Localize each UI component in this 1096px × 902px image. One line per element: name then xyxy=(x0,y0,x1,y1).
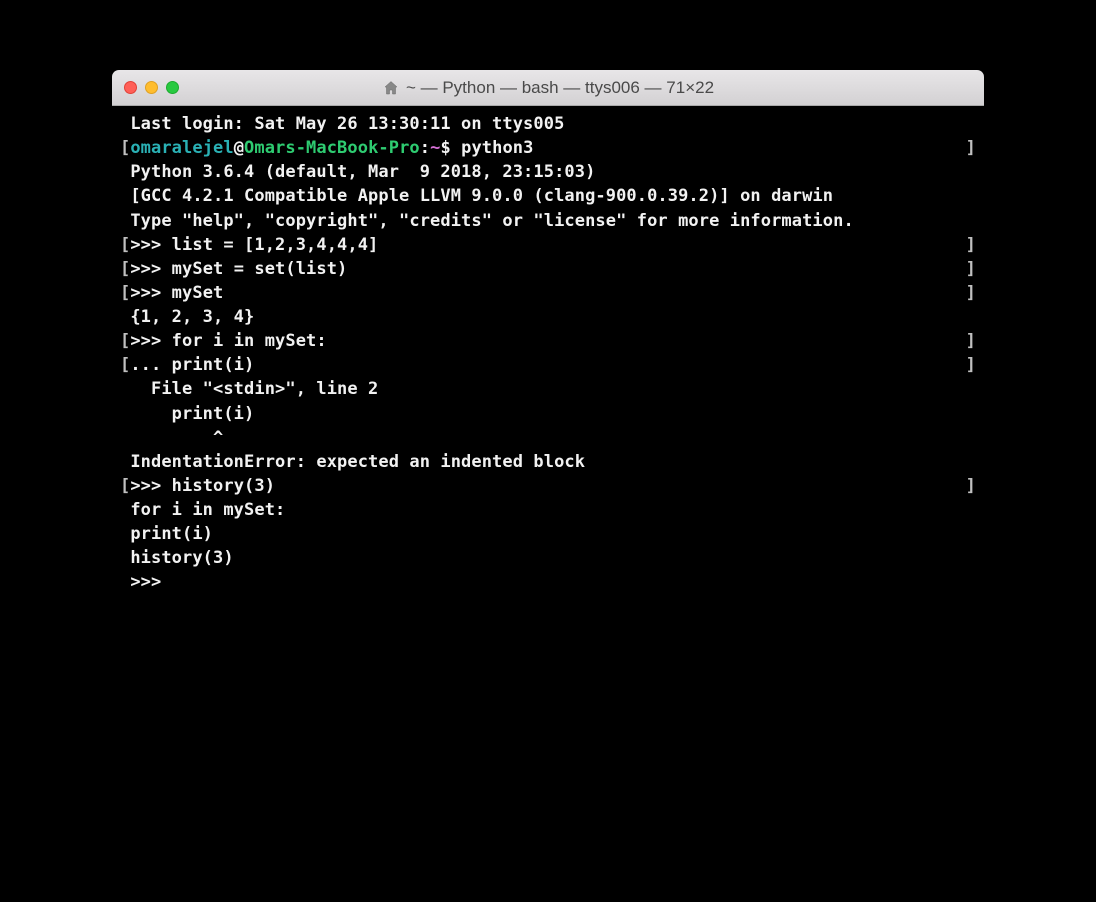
prompt-dollar: $ xyxy=(440,138,461,158)
terminal-line: [>>> for i in mySet:] xyxy=(120,329,976,353)
repl-input: >>> mySet = set(list) xyxy=(130,259,347,279)
terminal-line: Last login: Sat May 26 13:30:11 on ttys0… xyxy=(120,112,976,136)
terminal-line: Python 3.6.4 (default, Mar 9 2018, 23:15… xyxy=(120,160,976,184)
traffic-lights xyxy=(124,81,179,94)
bracket-left: [ xyxy=(120,259,130,279)
close-button[interactable] xyxy=(124,81,137,94)
bracket-right: ] xyxy=(966,353,976,377)
terminal-body[interactable]: Last login: Sat May 26 13:30:11 on ttys0… xyxy=(112,106,984,786)
bracket-right: ] xyxy=(966,233,976,257)
home-icon xyxy=(382,79,400,97)
bracket-right: ] xyxy=(966,136,976,160)
terminal-line: {1, 2, 3, 4} xyxy=(120,305,976,329)
repl-input: >>> for i in mySet: xyxy=(130,331,326,351)
bracket-left: [ xyxy=(120,331,130,351)
terminal-line: history(3) xyxy=(120,546,976,570)
title-content: ~ — Python — bash — ttys006 — 71×22 xyxy=(112,78,984,98)
repl-input: >>> history(3) xyxy=(130,476,275,496)
bracket-left: [ xyxy=(120,476,130,496)
command-text: python3 xyxy=(461,138,533,158)
prompt-at: @ xyxy=(234,138,244,158)
prompt-tilde: ~ xyxy=(430,138,440,158)
terminal-line: [GCC 4.2.1 Compatible Apple LLVM 9.0.0 (… xyxy=(120,184,976,208)
window-titlebar[interactable]: ~ — Python — bash — ttys006 — 71×22 xyxy=(112,70,984,106)
bracket-right: ] xyxy=(966,474,976,498)
terminal-line: File "<stdin>", line 2 xyxy=(120,377,976,401)
terminal-line: ^ xyxy=(120,426,976,450)
terminal-line: IndentationError: expected an indented b… xyxy=(120,450,976,474)
terminal-line: Type "help", "copyright", "credits" or "… xyxy=(120,209,976,233)
terminal-line: >>> xyxy=(120,570,976,594)
bracket-left: [ xyxy=(120,283,130,303)
terminal-line: [>>> mySet = set(list)] xyxy=(120,257,976,281)
bracket-right: ] xyxy=(966,257,976,281)
repl-input: >>> list = [1,2,3,4,4,4] xyxy=(130,235,378,255)
terminal-window: ~ — Python — bash — ttys006 — 71×22 Last… xyxy=(112,70,984,786)
terminal-line: [>>> history(3)] xyxy=(120,474,976,498)
bracket-right: ] xyxy=(966,329,976,353)
terminal-line: print(i) xyxy=(120,522,976,546)
repl-input: ... print(i) xyxy=(130,355,254,375)
terminal-line: [omaralejel@Omars-MacBook-Pro:~$ python3… xyxy=(120,136,976,160)
prompt-sep: : xyxy=(420,138,430,158)
bracket-left: [ xyxy=(120,138,130,158)
terminal-line: for i in mySet: xyxy=(120,498,976,522)
prompt-host: Omars-MacBook-Pro xyxy=(244,138,420,158)
maximize-button[interactable] xyxy=(166,81,179,94)
repl-input: >>> mySet xyxy=(130,283,223,303)
terminal-line: [>>> mySet] xyxy=(120,281,976,305)
bracket-right: ] xyxy=(966,281,976,305)
terminal-line: [>>> list = [1,2,3,4,4,4]] xyxy=(120,233,976,257)
prompt-user: omaralejel xyxy=(130,138,233,158)
bracket-left: [ xyxy=(120,235,130,255)
terminal-line: [... print(i)] xyxy=(120,353,976,377)
window-title: ~ — Python — bash — ttys006 — 71×22 xyxy=(406,78,714,98)
bracket-left: [ xyxy=(120,355,130,375)
minimize-button[interactable] xyxy=(145,81,158,94)
terminal-line: print(i) xyxy=(120,402,976,426)
